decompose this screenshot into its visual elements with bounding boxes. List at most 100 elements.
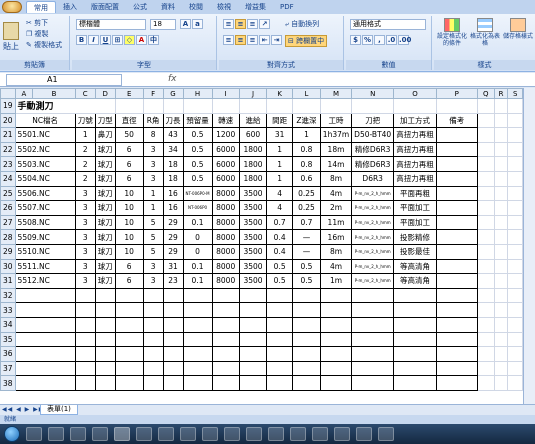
table-cell[interactable]: 4 xyxy=(266,200,294,216)
cell[interactable] xyxy=(476,258,495,275)
cell[interactable] xyxy=(507,287,523,304)
table-cell[interactable]: 0.5 xyxy=(182,141,213,158)
cell[interactable] xyxy=(266,360,294,377)
column-header[interactable]: R xyxy=(493,88,509,99)
table-cell[interactable]: 8000 xyxy=(211,273,240,289)
table-cell[interactable]: 5 xyxy=(142,243,164,260)
cell[interactable] xyxy=(351,331,395,348)
table-cell[interactable]: 2m xyxy=(319,200,353,216)
row-header[interactable]: 19 xyxy=(0,98,16,114)
cell[interactable] xyxy=(292,287,321,304)
cell[interactable] xyxy=(14,316,76,333)
cell[interactable] xyxy=(476,302,495,318)
decrease-decimal-icon[interactable]: .00 xyxy=(398,35,411,45)
table-cell[interactable]: 2 xyxy=(74,170,96,187)
cell[interactable] xyxy=(476,360,495,377)
cell-styles-button[interactable]: 儲存格樣式 xyxy=(502,18,534,40)
taskbar-app-8[interactable] xyxy=(180,427,196,441)
table-cell[interactable]: 0.1 xyxy=(182,258,213,275)
cell[interactable] xyxy=(476,243,495,260)
table-cell[interactable]: 8000 xyxy=(211,200,240,216)
cell[interactable] xyxy=(238,360,268,377)
table-cell[interactable]: 球刀 xyxy=(94,258,116,275)
cell[interactable] xyxy=(14,287,76,304)
table-cell[interactable]: 6 xyxy=(114,273,144,289)
table-cell[interactable]: D50-BT40 xyxy=(351,127,395,143)
cell[interactable] xyxy=(266,316,294,333)
cell[interactable] xyxy=(238,316,268,333)
cell[interactable] xyxy=(142,360,164,377)
cell[interactable] xyxy=(476,141,495,158)
table-cell[interactable]: 29 xyxy=(162,229,184,245)
cell[interactable] xyxy=(142,302,164,318)
cell[interactable] xyxy=(162,98,184,114)
sheet-nav-arrows[interactable]: ◀◀ ◀ ▶ ▶▶ xyxy=(2,406,44,413)
cell[interactable] xyxy=(182,302,213,318)
cell[interactable] xyxy=(14,302,76,318)
table-cell[interactable]: 16m xyxy=(319,229,353,245)
row-header[interactable]: 21 xyxy=(0,127,16,143)
cell[interactable] xyxy=(476,316,495,333)
cell[interactable] xyxy=(319,287,353,304)
cell[interactable] xyxy=(319,346,353,362)
table-cell[interactable]: 29 xyxy=(162,243,184,260)
table-cell[interactable]: 8m xyxy=(319,170,353,187)
cell[interactable] xyxy=(393,346,437,362)
cell[interactable] xyxy=(507,229,523,245)
filename-cell[interactable]: 5509.NC xyxy=(14,229,76,245)
table-cell[interactable]: 0.5 xyxy=(182,156,213,172)
table-cell[interactable]: 1 xyxy=(266,156,294,172)
cell[interactable] xyxy=(393,302,437,318)
table-cell[interactable]: 3 xyxy=(74,214,96,231)
cell[interactable] xyxy=(114,287,144,304)
indent-decrease-icon[interactable]: ⇤ xyxy=(259,35,270,45)
cell[interactable] xyxy=(292,331,321,348)
row-header[interactable]: 37 xyxy=(0,360,16,377)
table-cell[interactable]: 1h37m xyxy=(319,127,353,143)
table-cell[interactable]: 3 xyxy=(74,200,96,216)
cell[interactable] xyxy=(114,316,144,333)
cell[interactable] xyxy=(14,331,76,348)
filename-cell[interactable]: 5507.NC xyxy=(14,200,76,216)
cell[interactable] xyxy=(507,98,523,114)
column-header[interactable]: B xyxy=(32,88,76,99)
table-cell[interactable]: 1800 xyxy=(238,141,268,158)
column-header[interactable]: G xyxy=(162,88,184,99)
cell[interactable] xyxy=(435,375,478,391)
column-title-cell[interactable]: 預留量 xyxy=(182,112,213,129)
font-size-select[interactable]: 18 xyxy=(150,19,176,30)
cell[interactable] xyxy=(162,287,184,304)
cell[interactable] xyxy=(182,316,213,333)
table-cell[interactable]: 鼻刀 xyxy=(94,127,116,143)
cell[interactable] xyxy=(493,185,509,202)
table-cell[interactable]: 球刀 xyxy=(94,229,116,245)
table-cell[interactable]: 3 xyxy=(74,229,96,245)
row-header[interactable]: 33 xyxy=(0,302,16,318)
increase-decimal-icon[interactable]: .0 xyxy=(386,35,397,45)
table-cell[interactable]: P-m_nv_2_h_hmm xyxy=(351,214,395,231)
column-title-cell[interactable]: 刀型 xyxy=(94,112,116,129)
table-cell[interactable]: 14m xyxy=(319,156,353,172)
cell[interactable] xyxy=(493,302,509,318)
cell[interactable] xyxy=(476,346,495,362)
align-top-icon[interactable]: ≡ xyxy=(223,19,234,29)
table-cell[interactable]: 3 xyxy=(142,156,164,172)
table-cell[interactable]: 3500 xyxy=(238,185,268,202)
column-header[interactable]: H xyxy=(182,88,213,99)
cell[interactable] xyxy=(266,287,294,304)
cell[interactable] xyxy=(507,127,523,143)
filename-cell[interactable]: 5504.NC xyxy=(14,170,76,187)
table-cell[interactable]: 1 xyxy=(292,127,321,143)
cell[interactable] xyxy=(94,98,116,114)
cell[interactable] xyxy=(292,346,321,362)
sheet-tab[interactable]: 表單(1) xyxy=(40,405,78,415)
table-cell[interactable]: 10 xyxy=(114,214,144,231)
cell[interactable] xyxy=(493,346,509,362)
table-cell[interactable]: 平面加工 xyxy=(393,214,437,231)
cell[interactable] xyxy=(114,375,144,391)
column-title-cell[interactable]: 備考 xyxy=(435,112,478,129)
row-header[interactable]: 38 xyxy=(0,375,16,391)
start-button-icon[interactable] xyxy=(4,426,20,442)
row-header[interactable]: 35 xyxy=(0,331,16,348)
cell[interactable] xyxy=(114,360,144,377)
